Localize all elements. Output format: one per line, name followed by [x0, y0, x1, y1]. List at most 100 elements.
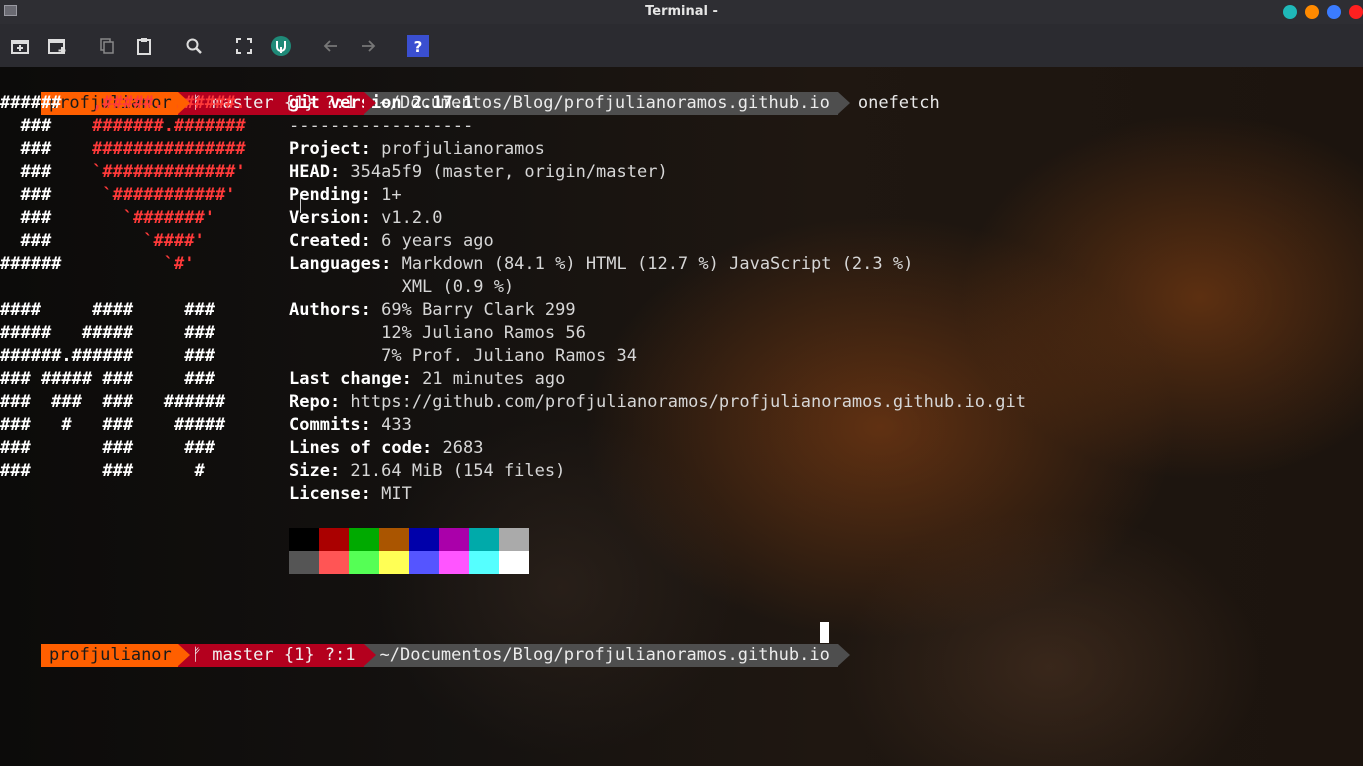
palette-swatch: [289, 528, 319, 551]
logo-line: ##### ##### ###: [0, 322, 215, 345]
minimize-button[interactable]: [1305, 5, 1319, 19]
info-label: Languages:: [289, 254, 392, 274]
info-label: HEAD:: [289, 162, 341, 182]
mouse-ibeam-cursor: [300, 197, 301, 213]
info-row: Project: profjulianoramos: [289, 138, 545, 161]
info-value: https://github.com/profjulianoramos/prof…: [340, 392, 1026, 412]
info-header: git version 2.17.1: [289, 93, 474, 113]
info-value: XML (0.9 %): [289, 277, 515, 297]
terminal-area[interactable]: profjulianor ᚠ master {1} ?:1 ~/Documentos…: [0, 67, 1363, 766]
text-cursor: [820, 622, 829, 643]
info-label: Repo:: [289, 392, 341, 412]
title-bar: Terminal -: [0, 0, 1363, 24]
palette-swatch: [379, 551, 409, 574]
logo-fragment: `###########': [92, 185, 236, 205]
logo-fragment: ######: [0, 93, 93, 113]
palette-swatch: [409, 528, 439, 551]
palette-swatch: [349, 551, 379, 574]
logo-line: ### ### #: [0, 460, 205, 483]
search-icon[interactable]: [183, 35, 205, 57]
maximize-button[interactable]: [1327, 5, 1341, 19]
palette-swatch: [319, 528, 349, 551]
info-label: Authors:: [289, 300, 371, 320]
info-row: XML (0.9 %): [289, 276, 515, 299]
info-value: 7% Prof. Juliano Ramos 34: [289, 346, 637, 366]
logo-fragment: #### #### ###: [0, 300, 215, 320]
info-label: Size:: [289, 461, 341, 481]
info-row: Created: 6 years ago: [289, 230, 494, 253]
logo-fragment: ### ##### ### ###: [0, 369, 215, 389]
info-row: 12% Juliano Ramos 56: [289, 322, 586, 345]
forward-icon[interactable]: [357, 35, 379, 57]
logo-fragment: ,#####. .#####.: [92, 93, 246, 113]
logo-line: ######.###### ###: [0, 345, 215, 368]
info-row: Commits: 433: [289, 414, 412, 437]
logo-line: ### ### ### ######: [0, 391, 225, 414]
new-window-icon[interactable]: [46, 35, 68, 57]
info-label: Version:: [289, 208, 371, 228]
palette-swatch: [409, 551, 439, 574]
info-value: v1.2.0: [370, 208, 443, 228]
info-label: Project:: [289, 139, 371, 159]
logo-fragment: ######.###### ###: [0, 346, 215, 366]
copy-icon[interactable]: [96, 35, 118, 57]
palette-swatch: [469, 551, 499, 574]
help-icon[interactable]: ?: [407, 35, 429, 57]
prompt-path: ~/Documentos/Blog/profjulianoramos.githu…: [363, 644, 850, 667]
info-label: Created:: [289, 231, 371, 251]
toolbar: ?: [0, 24, 1363, 67]
info-row: 7% Prof. Juliano Ramos 34: [289, 345, 637, 368]
info-row: Size: 21.64 MiB (154 files): [289, 460, 565, 483]
logo-line: #### #### ###: [0, 299, 215, 322]
logo-fragment: ######: [0, 254, 93, 274]
prompt-line-1: profjulianor ᚠ master {1} ?:1 ~/Documentos…: [0, 69, 940, 115]
logo-fragment: ###: [0, 231, 93, 251]
logo-fragment: `####': [92, 231, 205, 251]
info-value: MIT: [370, 484, 412, 504]
info-label: Last change:: [289, 369, 412, 389]
window-button-cyan[interactable]: [1283, 5, 1297, 19]
info-row: Version: v1.2.0: [289, 207, 443, 230]
palette-swatch: [439, 528, 469, 551]
info-row: Authors: 69% Barry Clark 299: [289, 299, 576, 322]
info-row: Lines of code: 2683: [289, 437, 483, 460]
logo-line: ### `#############': [0, 161, 246, 184]
info-row: Pending: 1+: [289, 184, 402, 207]
info-label: Commits:: [289, 415, 371, 435]
paste-icon[interactable]: [133, 35, 155, 57]
logo-line: ### #######.#######: [0, 115, 245, 138]
logo-icon[interactable]: [270, 35, 292, 57]
palette-swatch: [319, 551, 349, 574]
info-value: 1+: [370, 185, 402, 205]
palette-swatch: [499, 528, 529, 551]
palette-swatch: [289, 551, 319, 574]
palette-swatch: [469, 528, 499, 551]
logo-fragment: ### ### ###: [0, 438, 215, 458]
back-icon[interactable]: [320, 35, 342, 57]
close-button[interactable]: [1349, 5, 1363, 19]
logo-fragment: ###: [0, 162, 93, 182]
logo-fragment: ###: [0, 139, 93, 159]
new-tab-icon[interactable]: [9, 35, 31, 57]
info-value: profjulianoramos: [370, 139, 545, 159]
fullscreen-icon[interactable]: [233, 35, 255, 57]
info-value: 354a5f9 (master, origin/master): [340, 162, 668, 182]
logo-fragment: `#############': [92, 162, 246, 182]
prompt-user: profjulianor: [40, 644, 190, 667]
logo-fragment: ##### ##### ###: [0, 323, 215, 343]
info-value: 21.64 MiB (154 files): [340, 461, 566, 481]
svg-text:?: ?: [414, 38, 423, 56]
logo-line: ### `#######': [0, 207, 214, 230]
logo-line: ### `####': [0, 230, 205, 253]
logo-fragment: ###: [0, 208, 93, 228]
info-row: Languages: Markdown (84.1 %) HTML (12.7 …: [289, 253, 913, 276]
logo-fragment: ###: [0, 185, 93, 205]
info-label: Pending:: [289, 185, 371, 205]
palette-swatch: [349, 528, 379, 551]
palette-swatch: [439, 551, 469, 574]
info-label: License:: [289, 484, 371, 504]
info-value: 2683: [432, 438, 484, 458]
info-row: License: MIT: [289, 483, 412, 506]
info-value: 12% Juliano Ramos 56: [289, 323, 586, 343]
palette-swatch: [499, 551, 529, 574]
